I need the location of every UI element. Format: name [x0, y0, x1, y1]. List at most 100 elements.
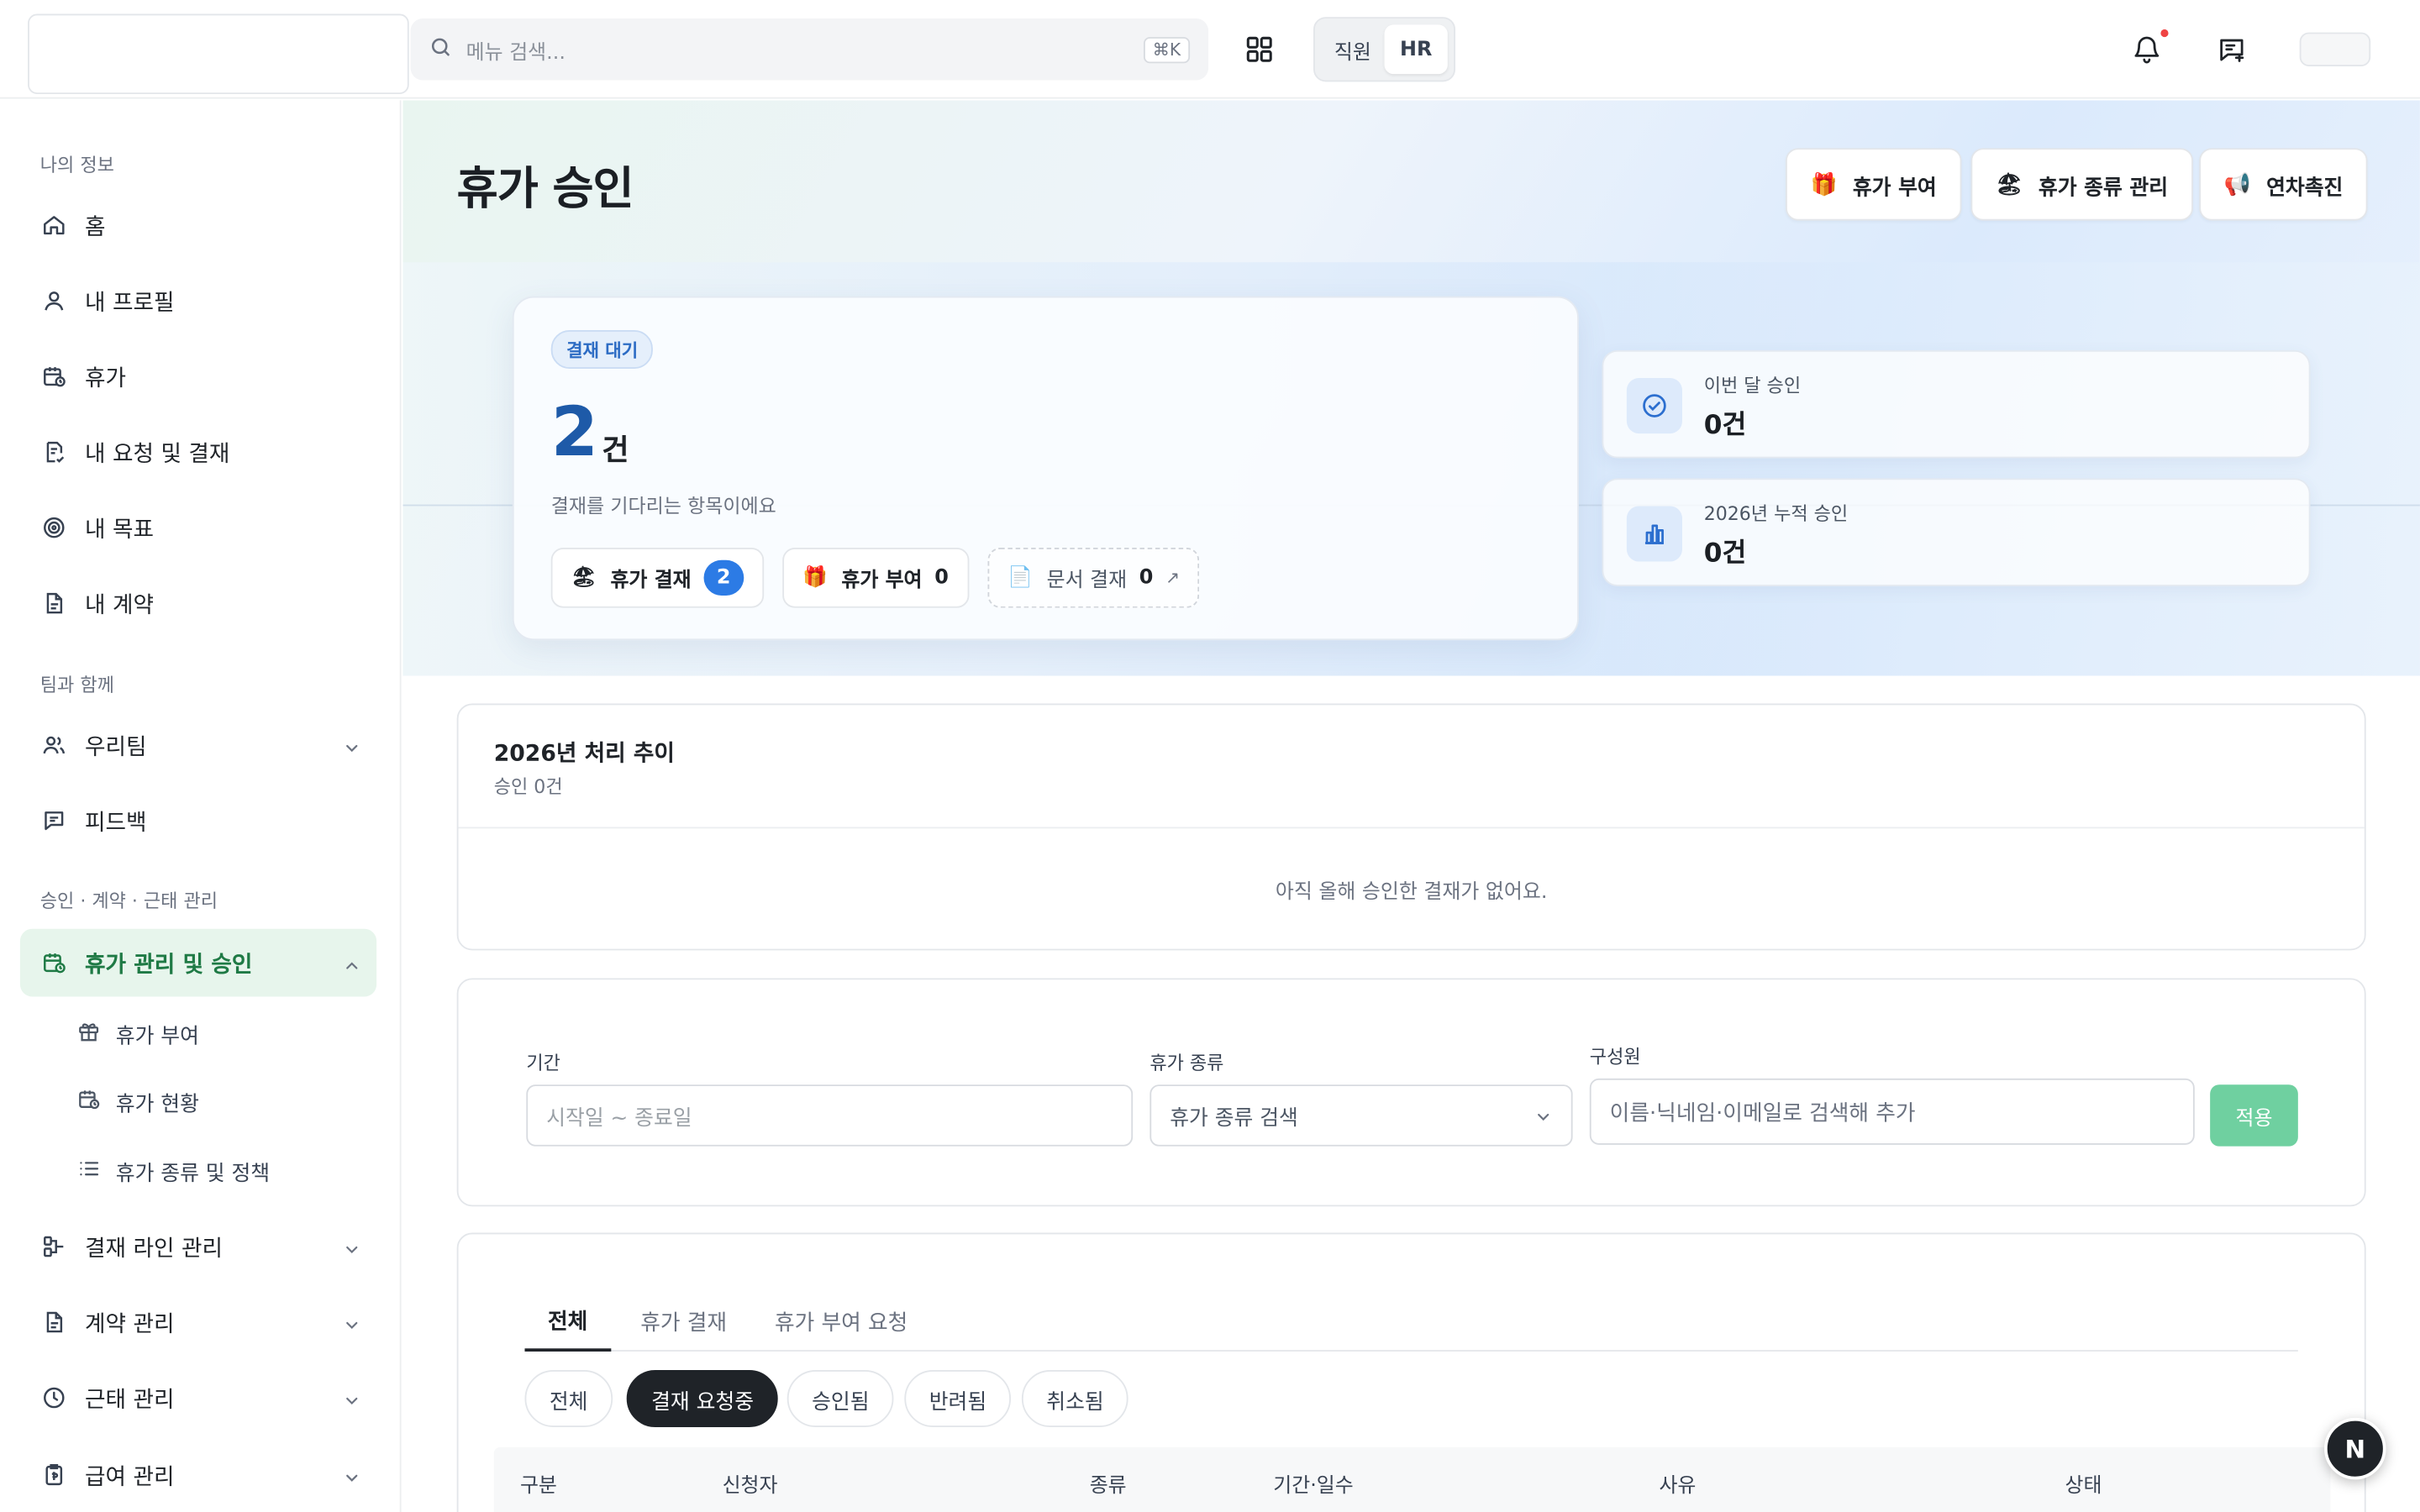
status-filter-approved[interactable]: 승인됨	[786, 1369, 894, 1427]
sidebar-item-label: 내 목표	[85, 517, 155, 543]
chip-count: 0	[1139, 566, 1154, 590]
sidebar-subitem-leave-grant[interactable]: 휴가 부여	[77, 1006, 199, 1062]
chip-label: 휴가 결재	[610, 569, 692, 593]
pending-description: 결재를 기다리는 항목이에요	[550, 493, 776, 517]
calendar-clock-icon	[40, 949, 68, 977]
pending-count: 2	[550, 393, 598, 473]
sidebar-item-attendance[interactable]: 근태 관리	[20, 1364, 376, 1432]
column-header: 종류	[1089, 1474, 1127, 1499]
approval-line-icon	[40, 1233, 68, 1261]
leave-promotion-button[interactable]: 📢 연차촉진	[2199, 148, 2368, 221]
member-label: 구성원	[1589, 1046, 1641, 1068]
beach-icon: 🏖	[571, 566, 597, 590]
leave-type-select[interactable]: 휴가 종류 검색	[1150, 1084, 1573, 1147]
floating-action-button[interactable]: N	[2324, 1417, 2386, 1480]
page-title: 휴가 승인	[456, 161, 634, 215]
column-header: 기간·일수	[1273, 1474, 1354, 1499]
status-filter-rejected[interactable]: 반려됨	[904, 1369, 1012, 1427]
count-badge: 2	[703, 559, 744, 596]
sidebar-item-label: 계약 관리	[85, 1312, 175, 1337]
apply-button[interactable]: 적용	[2210, 1084, 2298, 1147]
gift-icon: 🎁	[802, 566, 828, 590]
bell-icon[interactable]	[2131, 34, 2162, 65]
target-icon	[40, 514, 68, 542]
filter-card: 기간 시작일 ~ 종료일 휴가 종류 휴가 종류 검색 구성원 이름·닉네임·이…	[456, 978, 2366, 1207]
chevron-down-icon	[343, 1464, 361, 1483]
sidebar-item-leave[interactable]: 휴가	[20, 343, 376, 411]
search-input[interactable]: 메뉴 검색...	[466, 34, 1144, 65]
status-filter-all[interactable]: 전체	[524, 1369, 613, 1427]
tab-all[interactable]: 전체	[524, 1293, 611, 1352]
contract-icon	[40, 590, 68, 617]
workspace-logo[interactable]	[28, 13, 409, 95]
calendar-clock-icon	[77, 1087, 101, 1116]
leave-approval-chip[interactable]: 🏖 휴가 결재 2	[550, 548, 764, 608]
sidebar-section-title: 나의 정보	[39, 154, 114, 176]
trend-subtitle: 승인 0건	[493, 775, 563, 798]
sidebar-item-team[interactable]: 우리팀	[20, 711, 376, 780]
member-search-input[interactable]: 이름·닉네임·이메일로 검색해 추가	[1589, 1078, 2195, 1145]
sidebar-item-label: 우리팀	[85, 735, 147, 760]
sidebar-item-profile[interactable]: 내 프로필	[20, 267, 376, 335]
sidebar-subitem-label: 휴가 현황	[115, 1092, 199, 1117]
period-input[interactable]: 시작일 ~ 종료일	[526, 1084, 1134, 1147]
sidebar-item-home[interactable]: 홈	[20, 192, 376, 260]
chevron-down-icon	[343, 1236, 361, 1254]
sidebar: 나의 정보 홈 내 프로필 휴가 내 요청 및 결재 내 목표 내 계약 팀과 …	[0, 100, 402, 1512]
column-header: 상태	[2065, 1474, 2102, 1499]
sidebar-item-feedback[interactable]: 피드백	[20, 787, 376, 855]
sidebar-item-payroll[interactable]: 급여 관리	[20, 1441, 376, 1509]
button-label: 휴가 종류 관리	[2038, 175, 2169, 200]
manage-leave-types-button[interactable]: 🏖 휴가 종류 관리	[1970, 148, 2193, 221]
sidebar-item-leave-management[interactable]: 휴가 관리 및 승인	[19, 928, 377, 997]
sidebar-subitem-leave-status[interactable]: 휴가 현황	[77, 1074, 199, 1129]
tab-leave-grant-request[interactable]: 휴가 부여 요청	[751, 1293, 930, 1352]
sidebar-item-label: 피드백	[85, 811, 147, 836]
button-label: 휴가 부여	[1852, 175, 1937, 200]
clock-icon	[40, 1384, 68, 1412]
sidebar-item-my-requests[interactable]: 내 요청 및 결재	[20, 418, 376, 486]
notification-dot	[2160, 29, 2169, 38]
document-approval-chip[interactable]: 📄 문서 결재 0 ↗	[987, 548, 1200, 608]
trend-title: 2026년 처리 추이	[493, 742, 675, 767]
main-content: 휴가 승인 🎁 휴가 부여 🏖 휴가 종류 관리 📢 연차촉진 결재 대기 2 …	[402, 100, 2420, 1512]
status-filter-cancelled[interactable]: 취소됨	[1021, 1369, 1129, 1427]
stat-label: 이번 달 승인	[1703, 375, 1802, 397]
megaphone-icon: 📢	[2223, 171, 2251, 197]
role-option-hr[interactable]: HR	[1384, 24, 1448, 75]
menu-search[interactable]: 메뉴 검색... ⌘K	[410, 18, 1209, 81]
bar-chart-icon	[1626, 506, 1683, 562]
leave-type-value: 휴가 종류 검색	[1170, 1105, 1298, 1131]
contract-icon	[40, 1309, 68, 1336]
apps-grid-icon[interactable]	[1243, 33, 1276, 66]
calendar-clock-icon	[40, 363, 68, 391]
status-filter-requested[interactable]: 결재 요청중	[626, 1369, 779, 1427]
stat-value: 0건	[1703, 538, 1747, 570]
sidebar-item-approval-line[interactable]: 결재 라인 관리	[20, 1213, 376, 1281]
document-icon: 📄	[1007, 566, 1034, 590]
sidebar-subitem-label: 휴가 종류 및 정책	[115, 1162, 271, 1187]
sidebar-item-my-contract[interactable]: 내 계약	[20, 570, 376, 638]
home-icon	[40, 212, 68, 239]
search-shortcut: ⌘K	[1143, 36, 1191, 63]
role-toggle: 직원 HR	[1313, 17, 1456, 82]
grant-leave-button[interactable]: 🎁 휴가 부여	[1786, 148, 1962, 221]
leave-grant-chip[interactable]: 🎁 휴가 부여 0	[782, 548, 969, 608]
document-check-icon	[40, 438, 68, 466]
stat-label: 2026년 누적 승인	[1703, 502, 1849, 525]
user-menu[interactable]	[2299, 32, 2371, 66]
chevron-up-icon	[343, 952, 361, 970]
status-badge: 결재 대기	[550, 330, 654, 369]
sidebar-item-goals[interactable]: 내 목표	[20, 494, 376, 562]
sidebar-item-label: 휴가	[85, 366, 127, 391]
tab-leave-approval[interactable]: 휴가 결재	[618, 1293, 750, 1352]
user-icon	[40, 287, 68, 315]
message-plus-icon[interactable]	[2217, 34, 2248, 65]
role-option-employee[interactable]: 직원	[1321, 24, 1384, 74]
check-circle-icon	[1626, 377, 1683, 434]
chevron-down-icon	[343, 734, 361, 753]
pending-approvals-card: 결재 대기 2 건 결재를 기다리는 항목이에요 🏖 휴가 결재 2 🎁 휴가 …	[512, 296, 1579, 641]
sidebar-item-label: 근태 관리	[85, 1388, 175, 1413]
sidebar-subitem-leave-policy[interactable]: 휴가 종류 및 정책	[77, 1143, 270, 1199]
sidebar-item-contract-management[interactable]: 계약 관리	[20, 1289, 376, 1357]
